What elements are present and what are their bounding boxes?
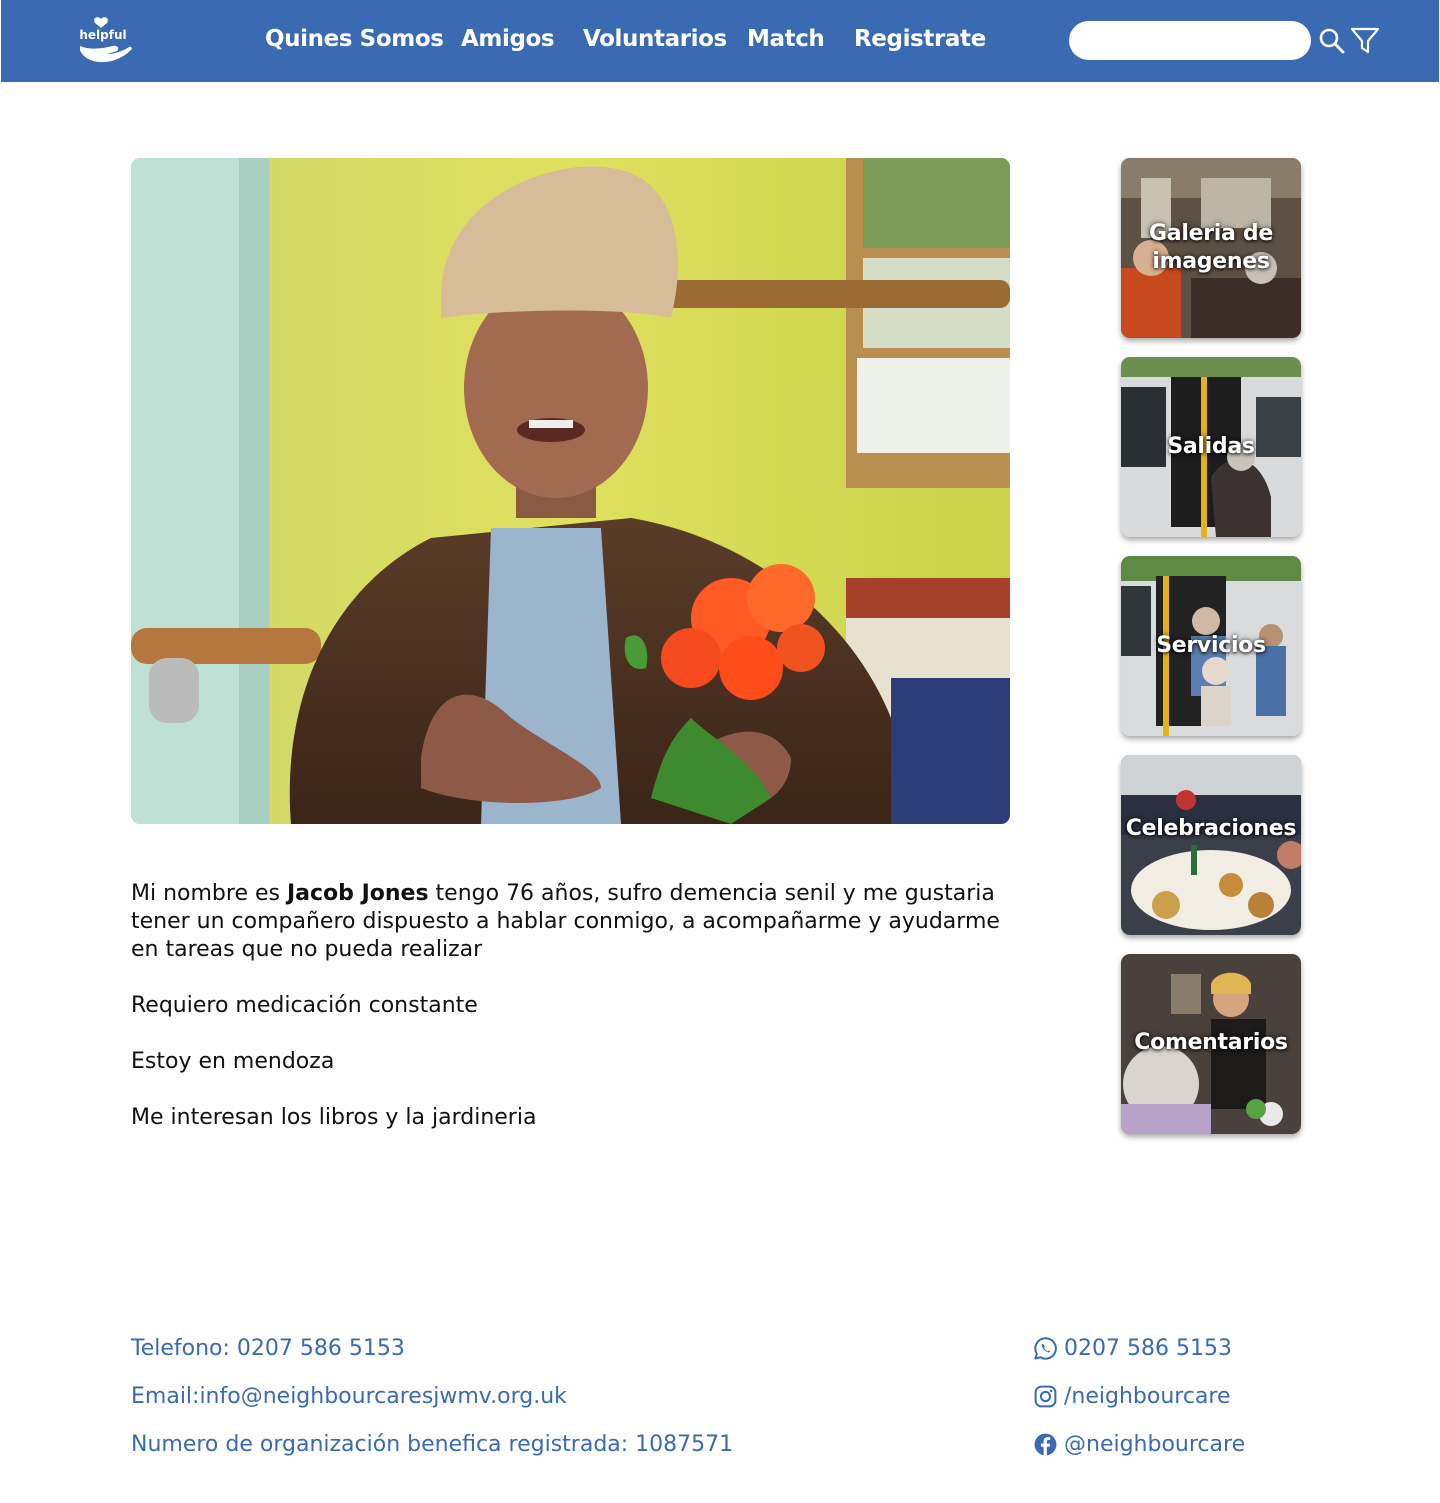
filter-button[interactable] [1350,27,1380,60]
instagram-handle: /neighbourcare [1064,1384,1231,1409]
profile-bio: Mi nombre es Jacob Jones tengo 76 años, … [131,880,1011,1160]
nav-match[interactable]: Match [747,26,825,52]
footer-phone[interactable]: Telefono: 0207 586 5153 [131,1336,405,1361]
logo-text: helpful [79,28,127,42]
footer-email[interactable]: Email:info@neighbourcaresjwmv.org.uk [131,1384,567,1409]
card-comentarios[interactable]: Comentarios [1121,954,1301,1134]
facebook-handle: @neighbourcare [1064,1432,1246,1457]
card-galeria-imagenes[interactable]: Galeria de imagenes [1121,158,1301,338]
whatsapp-number: 0207 586 5153 [1064,1336,1232,1361]
whatsapp-icon [1034,1337,1057,1360]
facebook-icon [1034,1433,1057,1456]
footer-instagram-link[interactable]: /neighbourcare [1033,1384,1231,1409]
elderly-man-with-flowers-image [131,158,1010,824]
bio-intro: Mi nombre es Jacob Jones tengo 76 años, … [131,880,1011,964]
bio-interests: Me interesan los libros y la jardineria [131,1105,537,1130]
profile-photo [131,158,1010,824]
helpful-logo[interactable]: helpful [77,16,133,64]
card-servicios[interactable]: Servicios [1121,556,1301,736]
search-button[interactable] [1318,27,1346,60]
search-icon [1319,28,1345,54]
nav-registrate[interactable]: Registrate [854,26,986,52]
card-label: Servicios [1156,633,1266,658]
bio-medication: Requiero medicación constante [131,993,478,1018]
card-salidas[interactable]: Salidas [1121,357,1301,537]
card-label: Galeria de imagenes [1149,221,1273,274]
filter-icon [1350,27,1380,54]
card-label: Comentarios [1134,1030,1288,1055]
card-label: Salidas [1167,434,1255,459]
card-label: Celebraciones [1125,816,1297,841]
footer-facebook-link[interactable]: @neighbourcare [1033,1432,1245,1457]
bio-location: Estoy en mendoza [131,1049,335,1074]
footer-charity-number: Numero de organización benefica registra… [131,1432,734,1457]
nav-amigos[interactable]: Amigos [461,26,555,52]
footer-whatsapp-link[interactable]: 0207 586 5153 [1033,1336,1232,1361]
top-navbar: helpful Quines Somos Amigos Voluntarios … [1,0,1439,82]
profile-name: Jacob Jones [286,881,429,906]
card-celebraciones[interactable]: Celebraciones [1121,755,1301,935]
search-input[interactable] [1069,21,1311,60]
nav-voluntarios[interactable]: Voluntarios [583,26,727,52]
nav-quines-somos[interactable]: Quines Somos [265,26,444,52]
bio-intro-prefix: Mi nombre es [131,881,287,906]
instagram-icon [1034,1385,1057,1408]
celebration-dinner-image [1121,755,1301,935]
